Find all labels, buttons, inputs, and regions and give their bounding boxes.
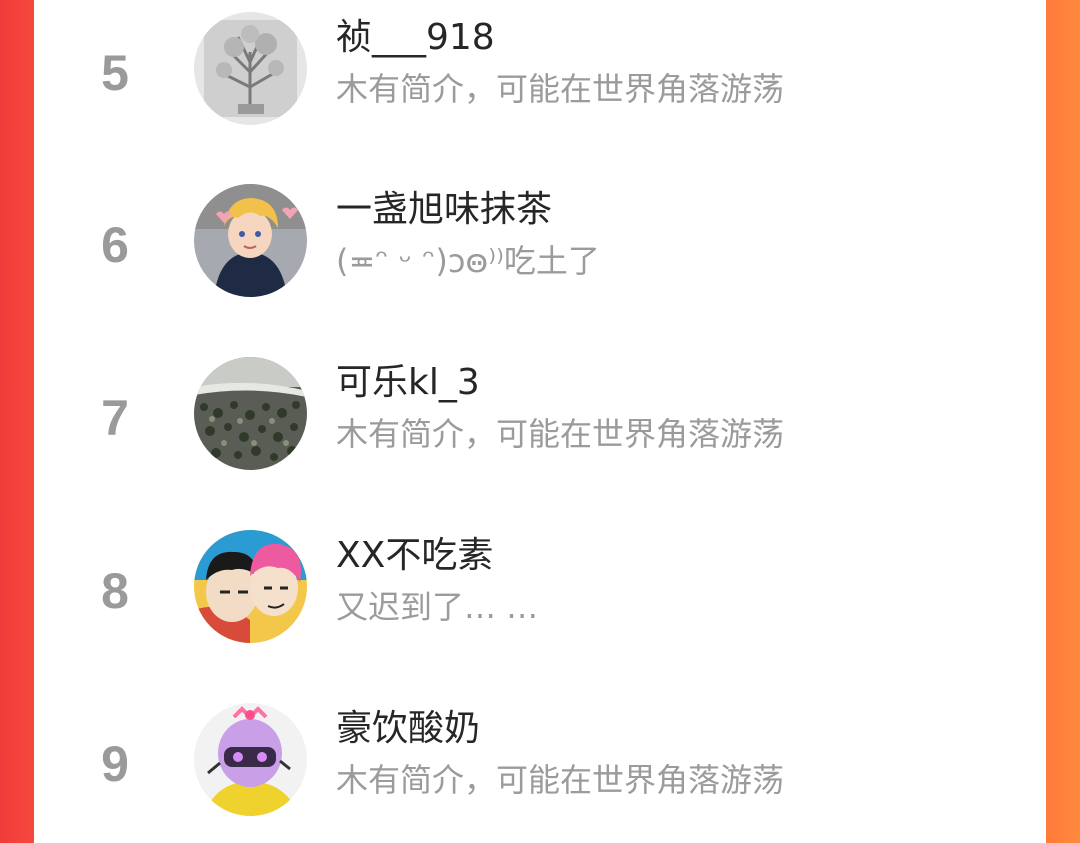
list-item[interactable]: 7 可乐kl_3 木有简介，可能在世界角落游荡: [34, 345, 1046, 495]
user-name[interactable]: XX不吃素: [336, 536, 493, 576]
user-name[interactable]: 祯___918: [336, 18, 495, 58]
user-bio: 木有简介，可能在世界角落游荡: [336, 70, 785, 108]
list-item[interactable]: 6 一盏旭味抹茶 (≖ᵔ ᵕ ᵔ)ɔꙫ⁾⁾吃土了: [34, 172, 1046, 322]
user-name[interactable]: 一盏旭味抹茶: [336, 190, 552, 230]
ranking-list: 5 祯___918 木有简介，可能在世界角落游荡 6 一盏旭味抹茶 (≖ᵔ ᵕ …: [34, 0, 1046, 843]
user-bio: 又迟到了… …: [336, 588, 539, 626]
rank-number: 6: [101, 217, 129, 273]
list-item[interactable]: 8 XX不吃素 又迟到了… …: [34, 518, 1046, 668]
rank-number: 9: [101, 736, 129, 792]
pebbles-avatar-icon[interactable]: [194, 357, 307, 470]
list-item[interactable]: 5 祯___918 木有简介，可能在世界角落游荡: [34, 0, 1046, 150]
user-name[interactable]: 豪饮酸奶: [336, 709, 480, 749]
user-name[interactable]: 可乐kl_3: [336, 363, 480, 403]
user-bio: 木有简介，可能在世界角落游荡: [336, 415, 785, 453]
user-bio: 木有简介，可能在世界角落游荡: [336, 761, 785, 799]
user-bio: (≖ᵔ ᵕ ᵔ)ɔꙫ⁾⁾吃土了: [336, 242, 600, 280]
cartoon-duo-avatar-icon[interactable]: [194, 530, 307, 643]
anime-boy-avatar-icon[interactable]: [194, 184, 307, 297]
rank-number: 8: [101, 563, 129, 619]
rank-number: 7: [101, 390, 129, 446]
helmet-girl-avatar-icon[interactable]: [194, 703, 307, 816]
rank-number: 5: [101, 45, 129, 101]
list-item[interactable]: 9 豪饮酸奶 木有简介，可能在世界角落游荡: [34, 691, 1046, 841]
tree-sketch-avatar-icon[interactable]: [194, 12, 307, 125]
